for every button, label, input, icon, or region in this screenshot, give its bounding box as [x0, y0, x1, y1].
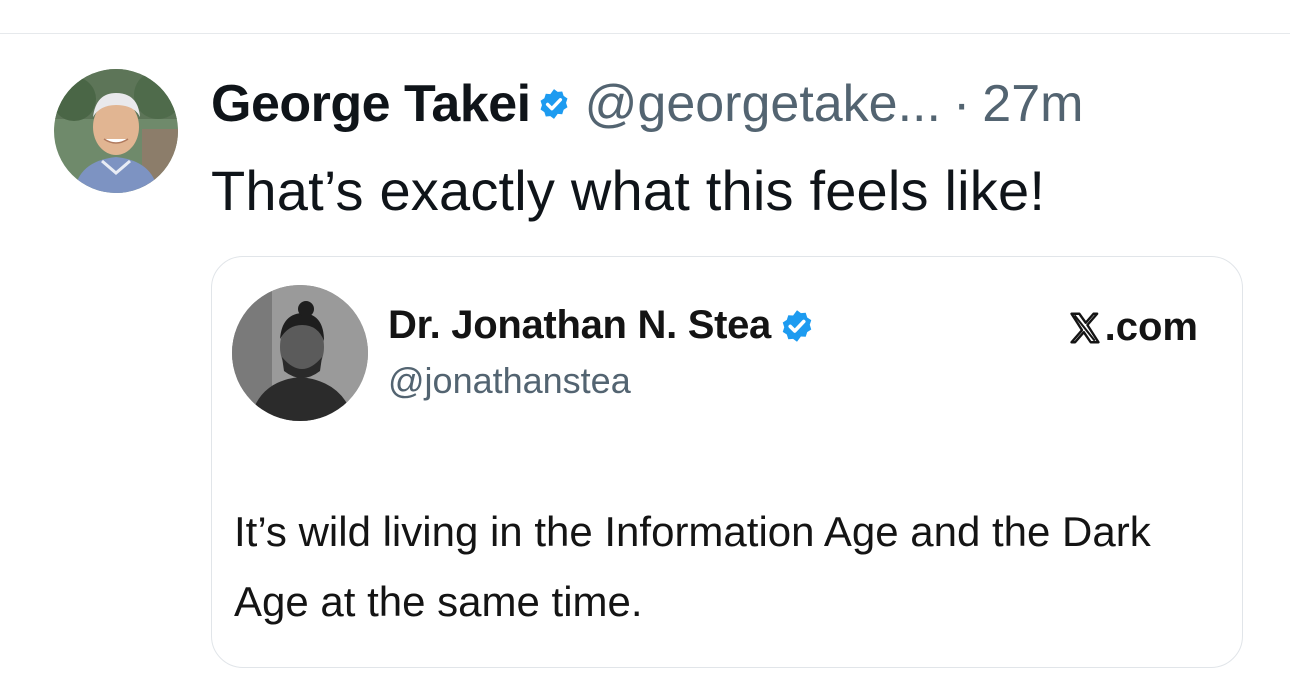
quoted-post-text: It’s wild living in the Information Age …	[234, 508, 1151, 625]
site-label: .com	[1067, 305, 1198, 350]
quoted-name-row: Dr. Jonathan N. Stea	[388, 303, 815, 348]
quoted-author-handle[interactable]: @jonathanstea	[388, 360, 631, 402]
quoted-post-card[interactable]: Dr. Jonathan N. Stea @jonathanstea .com …	[211, 256, 1243, 668]
x-logo-icon	[1067, 310, 1103, 346]
author-avatar[interactable]	[54, 69, 178, 193]
top-divider	[0, 33, 1290, 34]
verified-badge-icon	[537, 87, 571, 121]
separator-dot: ·	[952, 75, 971, 133]
author-handle[interactable]: @georgetake...	[585, 74, 941, 134]
verified-badge-icon	[779, 308, 815, 344]
author-name[interactable]: George Takei	[211, 74, 531, 134]
post-time[interactable]: 27m	[982, 74, 1083, 134]
quoted-author-name[interactable]: Dr. Jonathan N. Stea	[388, 303, 771, 348]
tweet-header: George Takei @georgetake... · 27m	[211, 68, 1083, 140]
site-domain: .com	[1104, 305, 1198, 349]
tweet-text: That’s exactly what this feels like!	[211, 159, 1046, 222]
quoted-author-avatar[interactable]	[232, 285, 368, 421]
tweet-view: George Takei @georgetake... · 27m That’s…	[0, 0, 1290, 689]
